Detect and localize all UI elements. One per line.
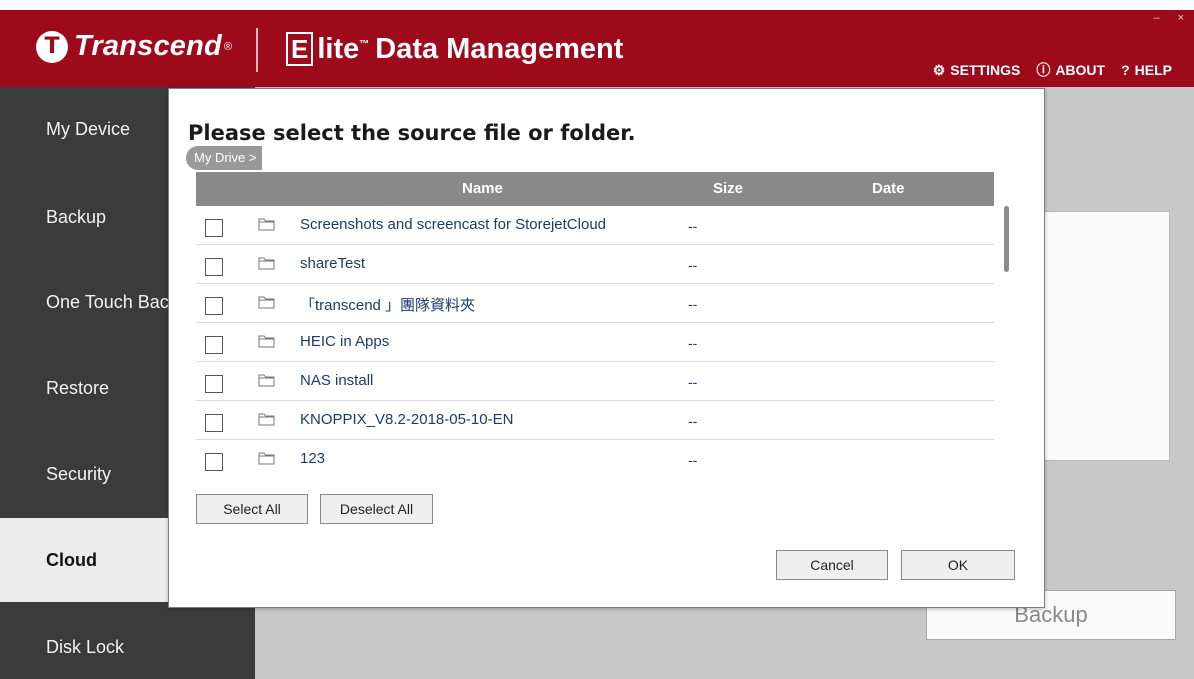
table-row[interactable]: NAS install --: [196, 362, 994, 401]
file-name: 123: [300, 450, 326, 467]
folder-icon: [258, 413, 275, 426]
app-header: T Transcend ® Elite™ Data Management – × …: [0, 10, 1194, 87]
select-all-button[interactable]: Select All: [196, 494, 308, 524]
file-size: --: [688, 296, 698, 312]
table-header: Name Size Date: [196, 172, 994, 206]
about-label: ABOUT: [1055, 62, 1106, 78]
scroll-thumb[interactable]: [1004, 206, 1009, 272]
file-name: Screenshots and screencast for StorejetC…: [300, 216, 606, 233]
product-title: Elite™ Data Management: [286, 32, 623, 66]
ok-button[interactable]: OK: [901, 550, 1015, 580]
product-name: Data Management: [375, 33, 624, 65]
table-row[interactable]: HEIC in Apps --: [196, 323, 994, 362]
folder-icon: [258, 335, 275, 348]
file-name: 「transcend 」團隊資料夾: [300, 297, 476, 314]
transcend-logo: T Transcend ®: [36, 30, 232, 63]
folder-icon: [258, 296, 275, 309]
close-window-button[interactable]: ×: [1178, 12, 1184, 24]
file-name: KNOPPIX_V8.2-2018-05-10-EN: [300, 411, 514, 428]
table-row[interactable]: KNOPPIX_V8.2-2018-05-10-EN --: [196, 401, 994, 440]
file-size: --: [688, 413, 698, 429]
header-divider: [256, 28, 258, 72]
sidebar-item-disk-lock[interactable]: Disk Lock: [0, 605, 255, 679]
brand-registered: ®: [223, 40, 233, 53]
list-scrollbar[interactable]: [1003, 206, 1011, 474]
row-checkbox[interactable]: [205, 258, 223, 276]
table-row[interactable]: shareTest --: [196, 245, 994, 284]
select-source-dialog: Please select the source file or folder.…: [168, 88, 1045, 608]
top-links: ⚙ SETTINGS ⓘ ABOUT ? HELP: [933, 60, 1172, 80]
row-checkbox[interactable]: [205, 375, 223, 393]
brand-name: Transcend: [74, 30, 222, 62]
table-row[interactable]: 123 --: [196, 440, 994, 474]
table-row[interactable]: 「transcend 」團隊資料夾 --: [196, 284, 994, 323]
dialog-title: Please select the source file or folder.: [188, 121, 636, 145]
brand-mark-icon: T: [36, 30, 68, 63]
file-name: shareTest: [300, 255, 366, 272]
folder-icon: [258, 374, 275, 387]
help-label: HELP: [1134, 62, 1172, 78]
column-date[interactable]: Date: [872, 180, 905, 197]
file-list: Screenshots and screencast for StorejetC…: [196, 206, 994, 474]
deselect-all-button[interactable]: Deselect All: [320, 494, 433, 524]
file-size: --: [688, 452, 698, 468]
file-size: --: [688, 335, 698, 351]
file-size: --: [688, 218, 698, 234]
info-icon: ⓘ: [1036, 62, 1051, 78]
settings-label: SETTINGS: [950, 62, 1021, 78]
column-size[interactable]: Size: [713, 180, 743, 197]
row-checkbox[interactable]: [205, 453, 223, 471]
folder-icon: [258, 257, 275, 270]
file-name: NAS install: [300, 372, 374, 389]
row-checkbox[interactable]: [205, 297, 223, 315]
breadcrumb-my-drive[interactable]: My Drive >: [186, 146, 263, 170]
window-title-bar: [0, 0, 1194, 10]
file-size: --: [688, 374, 698, 390]
row-checkbox[interactable]: [205, 414, 223, 432]
window-controls: – ×: [1153, 12, 1184, 24]
product-rest: lite: [317, 33, 360, 65]
product-tm: ™: [359, 39, 370, 51]
column-name[interactable]: Name: [462, 180, 503, 197]
folder-icon: [258, 218, 275, 231]
help-link[interactable]: ? HELP: [1121, 60, 1172, 80]
about-link[interactable]: ⓘ ABOUT: [1036, 60, 1105, 80]
row-checkbox[interactable]: [205, 219, 223, 237]
file-size: --: [688, 257, 698, 273]
folder-icon: [258, 452, 275, 465]
row-checkbox[interactable]: [205, 336, 223, 354]
gear-icon: ⚙: [932, 61, 946, 78]
help-icon: ?: [1121, 62, 1130, 78]
file-name: HEIC in Apps: [300, 333, 390, 350]
minimize-button[interactable]: –: [1153, 12, 1159, 24]
background-panel: [1042, 211, 1170, 461]
table-row[interactable]: Screenshots and screencast for StorejetC…: [196, 206, 994, 245]
elite-mark: E: [286, 32, 314, 66]
cancel-button[interactable]: Cancel: [776, 550, 888, 580]
settings-link[interactable]: ⚙ SETTINGS: [933, 60, 1021, 80]
